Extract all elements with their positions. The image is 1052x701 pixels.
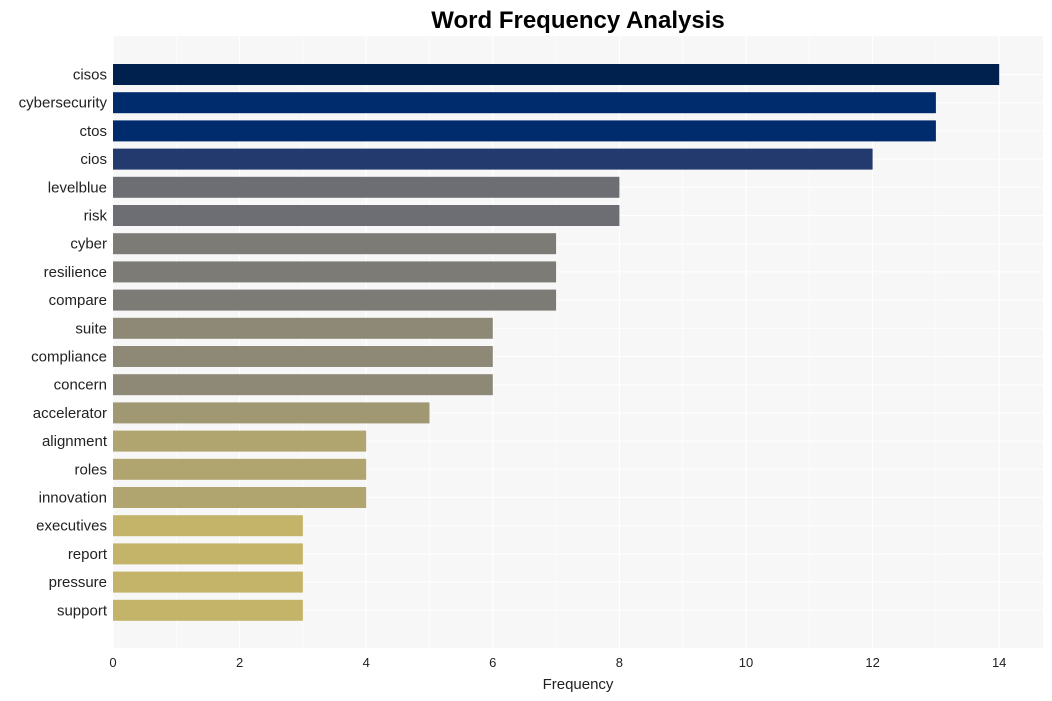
y-tick-label: innovation: [39, 490, 107, 507]
y-tick-label: accelerator: [33, 405, 107, 422]
bar-executives: [113, 515, 303, 537]
x-tick-label: 8: [616, 655, 623, 670]
y-tick-label: levelblue: [48, 179, 107, 196]
word-frequency-chart: Word Frequency Analysis cisos cybersecuri…: [0, 0, 1052, 701]
x-axis-label: Frequency: [543, 676, 614, 693]
bar-support: [113, 599, 303, 621]
bar-concern: [113, 374, 493, 396]
y-tick-label: alignment: [42, 433, 108, 450]
x-tick-label: 2: [236, 655, 243, 670]
bar-alignment: [113, 430, 367, 452]
x-tick-label: 0: [109, 655, 116, 670]
bar-cisos: [113, 64, 1000, 85]
y-tick-label: cisos: [73, 67, 107, 84]
bar-cios: [113, 148, 873, 170]
bar-innovation: [113, 487, 367, 508]
bar-resilience: [113, 261, 557, 283]
bar-levelblue: [113, 176, 620, 198]
x-tick-label: 10: [739, 655, 753, 670]
y-tick-label: ctos: [79, 123, 107, 140]
y-tick-label: concern: [54, 377, 107, 394]
bar-pressure: [113, 571, 303, 593]
y-tick-label: suite: [75, 320, 107, 337]
bar-report: [113, 543, 303, 565]
y-tick-label: support: [57, 602, 108, 619]
y-tick-label: compliance: [31, 349, 107, 366]
y-tick-label: cios: [80, 151, 107, 168]
bar-suite: [113, 317, 493, 339]
bar-ctos: [113, 120, 936, 142]
bar-risk: [113, 205, 620, 226]
y-tick-label: roles: [74, 461, 107, 478]
y-tick-label: pressure: [49, 574, 107, 591]
y-tick-label: compare: [49, 292, 107, 309]
y-tick-label: risk: [84, 208, 108, 225]
chart-title: Word Frequency Analysis: [431, 7, 724, 34]
y-tick-label: executives: [36, 518, 107, 535]
x-tick-label: 4: [363, 655, 370, 670]
x-tick-label: 14: [992, 655, 1006, 670]
bar-compare: [113, 289, 557, 311]
bar-cybersecurity: [113, 92, 936, 114]
y-tick-label: resilience: [44, 264, 107, 281]
bar-compliance: [113, 346, 493, 367]
x-tick-label: 6: [489, 655, 496, 670]
y-tick-label: cybersecurity: [19, 95, 108, 112]
bar-accelerator: [113, 402, 430, 424]
y-tick-label: cyber: [70, 236, 107, 253]
x-tick-label: 12: [865, 655, 879, 670]
y-tick-label: report: [68, 546, 108, 563]
bar-cyber: [113, 233, 557, 255]
bar-roles: [113, 458, 367, 480]
